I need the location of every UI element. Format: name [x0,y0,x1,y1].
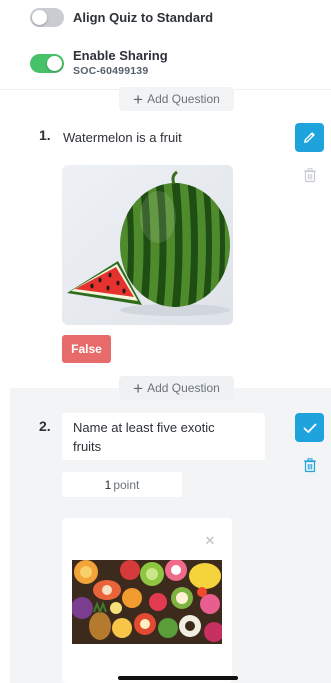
pencil-icon [304,132,315,143]
points-field[interactable]: 1 point [62,472,182,497]
exotic-fruits-image [72,560,222,644]
question-text-input[interactable]: Name at least five exotic fruits [62,413,265,460]
align-quiz-label: Align Quiz to Standard [73,10,214,25]
trash-icon[interactable] [302,167,318,183]
add-question-button[interactable]: + Add Question [119,376,234,400]
align-quiz-toggle[interactable] [30,8,64,27]
watermelon-image [62,165,233,325]
close-icon[interactable]: ✕ [198,531,222,551]
home-indicator [118,676,238,680]
toggle-knob [32,10,47,25]
add-question-label: Add Question [147,92,220,106]
question-text: Watermelon is a fruit [63,130,182,145]
plus-icon: + [133,89,144,109]
false-answer-badge: False [62,335,111,363]
question-number: 1. [39,127,51,143]
points-unit: point [113,477,140,492]
toggle-knob [47,56,62,71]
trash-icon[interactable] [302,457,318,473]
add-question-label: Add Question [147,381,220,395]
points-value: 1 [104,477,112,492]
question-number: 2. [39,418,51,434]
edit-question-button[interactable] [295,123,324,152]
plus-icon: + [133,378,144,398]
add-question-button[interactable]: + Add Question [119,87,234,111]
enable-sharing-toggle[interactable] [30,54,64,73]
confirm-question-button[interactable] [295,413,324,442]
sharing-code: SOC-60499139 [73,65,149,77]
question-text: Name at least five exotic fruits [73,420,215,454]
check-icon [303,423,316,433]
enable-sharing-label: Enable Sharing [73,48,168,63]
